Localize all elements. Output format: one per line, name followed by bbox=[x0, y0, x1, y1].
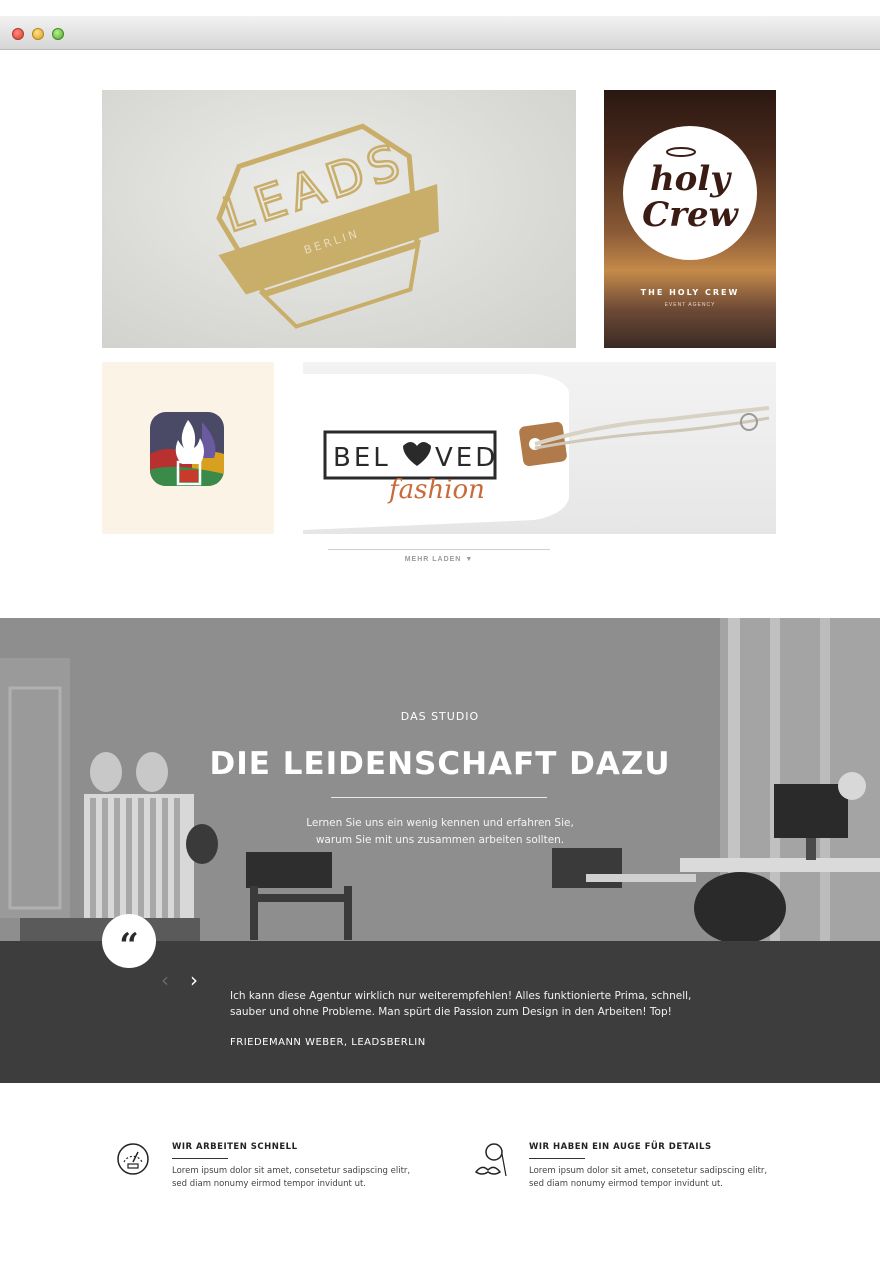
studio-intro-line1: Lernen Sie uns ein wenig kennen und erfa… bbox=[306, 817, 574, 829]
halo-icon bbox=[666, 147, 696, 157]
testimonial-quote: Ich kann diese Agentur wirklich nur weit… bbox=[230, 990, 692, 1018]
window-minimize-button[interactable] bbox=[32, 28, 44, 40]
portfolio-item-beloved[interactable]: BEL VED fashion bbox=[303, 362, 776, 534]
window-close-button[interactable] bbox=[12, 28, 24, 40]
speedometer-icon bbox=[116, 1142, 150, 1181]
feature-title-details: WIR HABEN EIN AUGE FÜR DETAILS bbox=[529, 1142, 712, 1152]
portfolio-item-holy-crew[interactable]: holy Crew THE HOLY CREW EVENT AGENCY bbox=[604, 90, 776, 348]
studio-title: DIE LEIDENSCHAFT DAZU bbox=[209, 746, 671, 782]
holy-crew-logo: holy Crew bbox=[642, 147, 740, 235]
holy-crew-logo-line2: Crew bbox=[642, 195, 740, 235]
studio-eyebrow: DAS STUDIO bbox=[400, 710, 480, 723]
triangle-down-icon: ▼ bbox=[465, 556, 474, 563]
feature-title-fast: WIR ARBEITEN SCHNELL bbox=[172, 1142, 298, 1152]
beloved-logo-left: BEL bbox=[333, 443, 391, 473]
portfolio-item-app[interactable] bbox=[102, 362, 274, 534]
testimonial-prev-button[interactable]: ‹ bbox=[157, 968, 173, 992]
feature-text-fast: Lorem ipsum dolor sit amet, consetetur s… bbox=[172, 1166, 411, 1189]
studio-section: DAS STUDIO DIE LEIDENSCHAFT DAZU Lernen … bbox=[0, 618, 880, 941]
holy-crew-logo-circle: holy Crew bbox=[623, 126, 757, 260]
load-more-label: MEHR LADEN bbox=[404, 556, 462, 563]
holy-crew-logo-line1: holy bbox=[650, 159, 732, 199]
holy-crew-subtitle: EVENT AGENCY bbox=[664, 302, 716, 308]
studio-divider bbox=[331, 797, 547, 798]
load-more-button[interactable]: MEHR LADEN ▼ bbox=[328, 556, 550, 563]
flame-glass-icon bbox=[150, 412, 224, 486]
feature-divider-fast bbox=[172, 1158, 228, 1159]
studio-intro: Lernen Sie uns ein wenig kennen und erfa… bbox=[290, 815, 590, 849]
feature-divider-details bbox=[529, 1158, 585, 1159]
leads-logo: LEADS BERLIN bbox=[215, 123, 439, 329]
browser-toolbar bbox=[0, 16, 880, 50]
load-more-divider bbox=[328, 549, 550, 550]
quote-icon: “ bbox=[102, 914, 156, 968]
holy-crew-title: THE HOLY CREW bbox=[640, 288, 740, 297]
beloved-logo-right: VED bbox=[435, 443, 498, 473]
testimonial-next-button[interactable]: › bbox=[186, 968, 202, 992]
window-maximize-button[interactable] bbox=[52, 28, 64, 40]
beloved-tag: BEL VED fashion bbox=[303, 374, 770, 530]
monocle-mustache-icon bbox=[472, 1140, 512, 1185]
feature-text-details: Lorem ipsum dolor sit amet, consetetur s… bbox=[529, 1166, 768, 1189]
beloved-logo-script: fashion bbox=[387, 475, 485, 505]
testimonial-author: FRIEDEMANN WEBER, LEADSBERLIN bbox=[230, 1037, 426, 1048]
portfolio-item-leads[interactable]: LEADS BERLIN bbox=[102, 90, 576, 348]
studio-intro-line2: warum Sie mit uns zusammen arbeiten soll… bbox=[315, 834, 565, 846]
